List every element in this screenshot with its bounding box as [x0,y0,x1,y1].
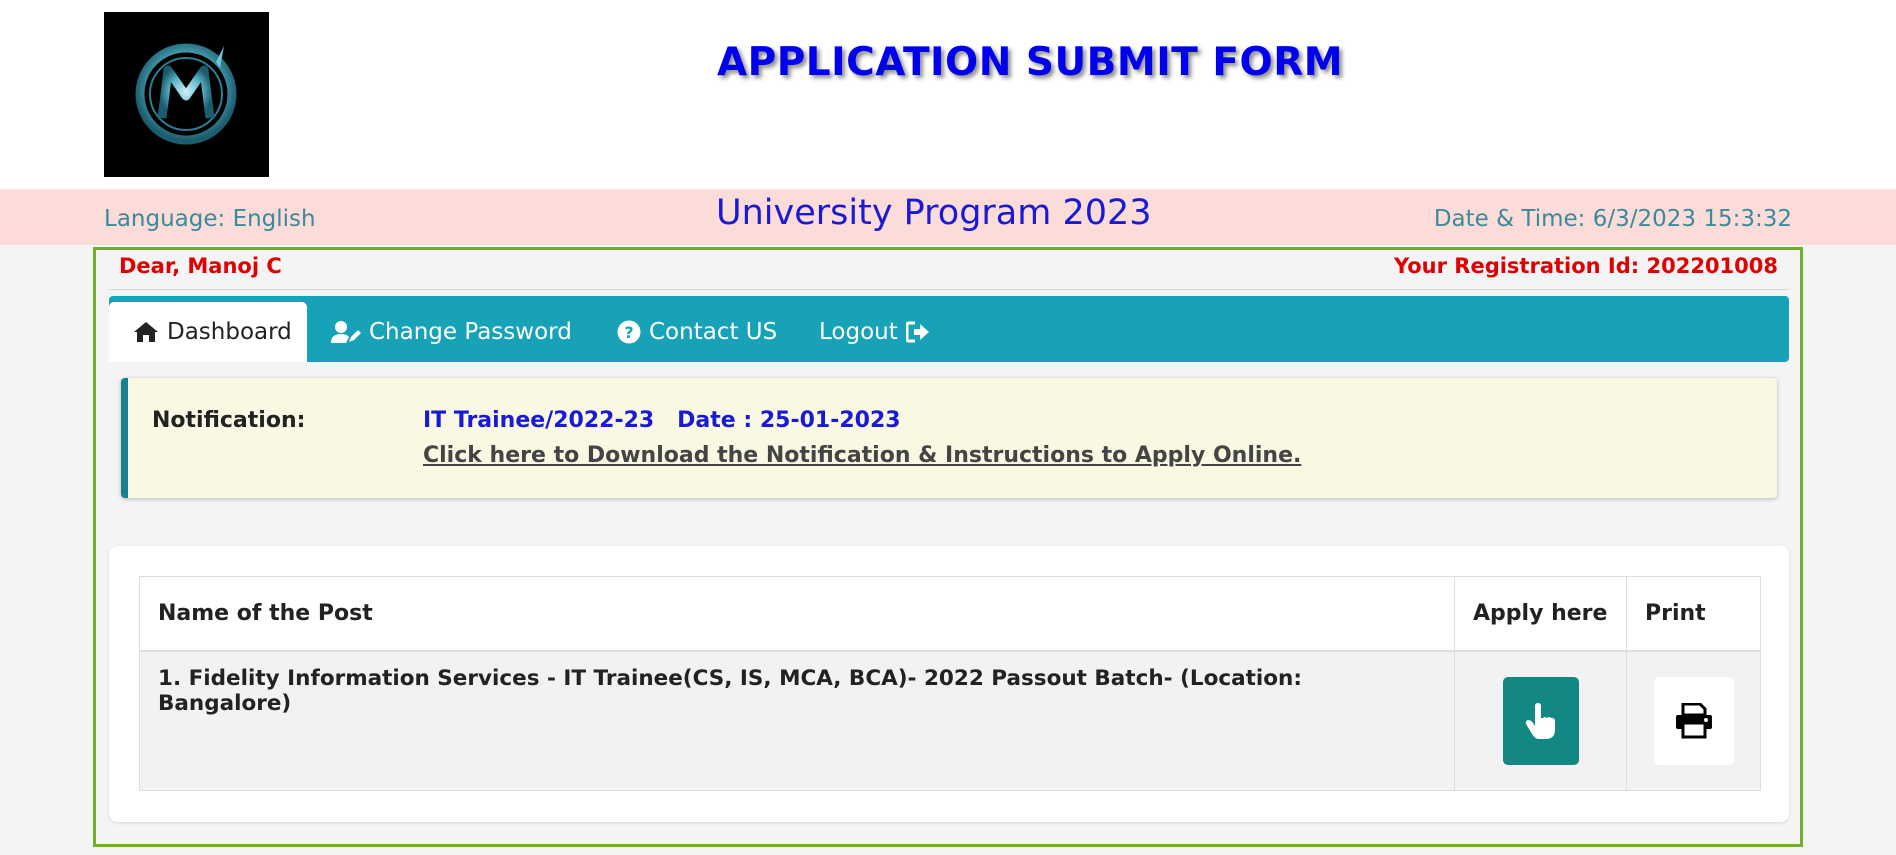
tab-change-password-label: Change Password [369,319,572,345]
print-cell [1626,650,1761,791]
apply-cell [1454,650,1627,791]
print-button[interactable] [1653,676,1734,765]
user-greeting: Dear, Manoj C [119,254,282,278]
printer-icon [1675,702,1712,739]
tab-dashboard[interactable]: Dashboard [109,302,307,362]
info-bar: Language: English University Program 202… [0,189,1896,245]
user-edit-icon [331,320,361,344]
apply-button[interactable] [1502,676,1579,765]
brand-logo [104,12,269,177]
page-header: APPLICATION SUBMIT FORM [0,0,1896,189]
divider [109,289,1789,290]
language-selector[interactable]: Language: English [104,206,316,232]
tab-contact-us-label: Contact US [649,319,778,345]
home-icon [133,321,159,343]
notification-headline: IT Trainee/2022-23 Date : 25-01-2023 [423,408,901,433]
hand-pointer-icon [1525,702,1555,739]
download-notification-link[interactable]: Click here to Download the Notification … [423,443,1301,468]
tab-logout-label: Logout [819,319,898,345]
header-apply: Apply here [1454,576,1627,652]
tab-dashboard-label: Dashboard [167,319,292,345]
header-print: Print [1626,576,1761,652]
posts-card: Name of the Post Apply here Print 1. Fid… [109,546,1789,822]
program-title: University Program 2023 [716,193,1152,233]
notification-panel: Notification: IT Trainee/2022-23 Date : … [121,378,1777,498]
nav-bar: Dashboard Change Password ? Contact US L… [109,296,1789,362]
table-row: 1. Fidelity Information Services - IT Tr… [139,650,1761,791]
footer-strip [0,850,1896,855]
sign-out-icon [905,321,930,343]
tab-contact-us[interactable]: ? Contact US [593,302,801,362]
post-name-cell: 1. Fidelity Information Services - IT Tr… [139,650,1455,791]
posts-table: Name of the Post Apply here Print 1. Fid… [139,576,1761,791]
tab-logout[interactable]: Logout [795,302,954,362]
table-header-row: Name of the Post Apply here Print [139,576,1761,652]
registration-id: Your Registration Id: 202201008 [1393,254,1778,278]
date-time-display: Date & Time: 6/3/2023 15:3:32 [1433,206,1792,232]
question-circle-icon: ? [617,320,641,344]
notification-label: Notification: [152,408,306,433]
main-panel: Dear, Manoj C Your Registration Id: 2022… [93,247,1803,847]
page-title: APPLICATION SUBMIT FORM [716,40,1344,85]
tab-change-password[interactable]: Change Password [307,302,596,362]
header-post-name: Name of the Post [139,576,1455,652]
svg-text:?: ? [624,323,633,342]
